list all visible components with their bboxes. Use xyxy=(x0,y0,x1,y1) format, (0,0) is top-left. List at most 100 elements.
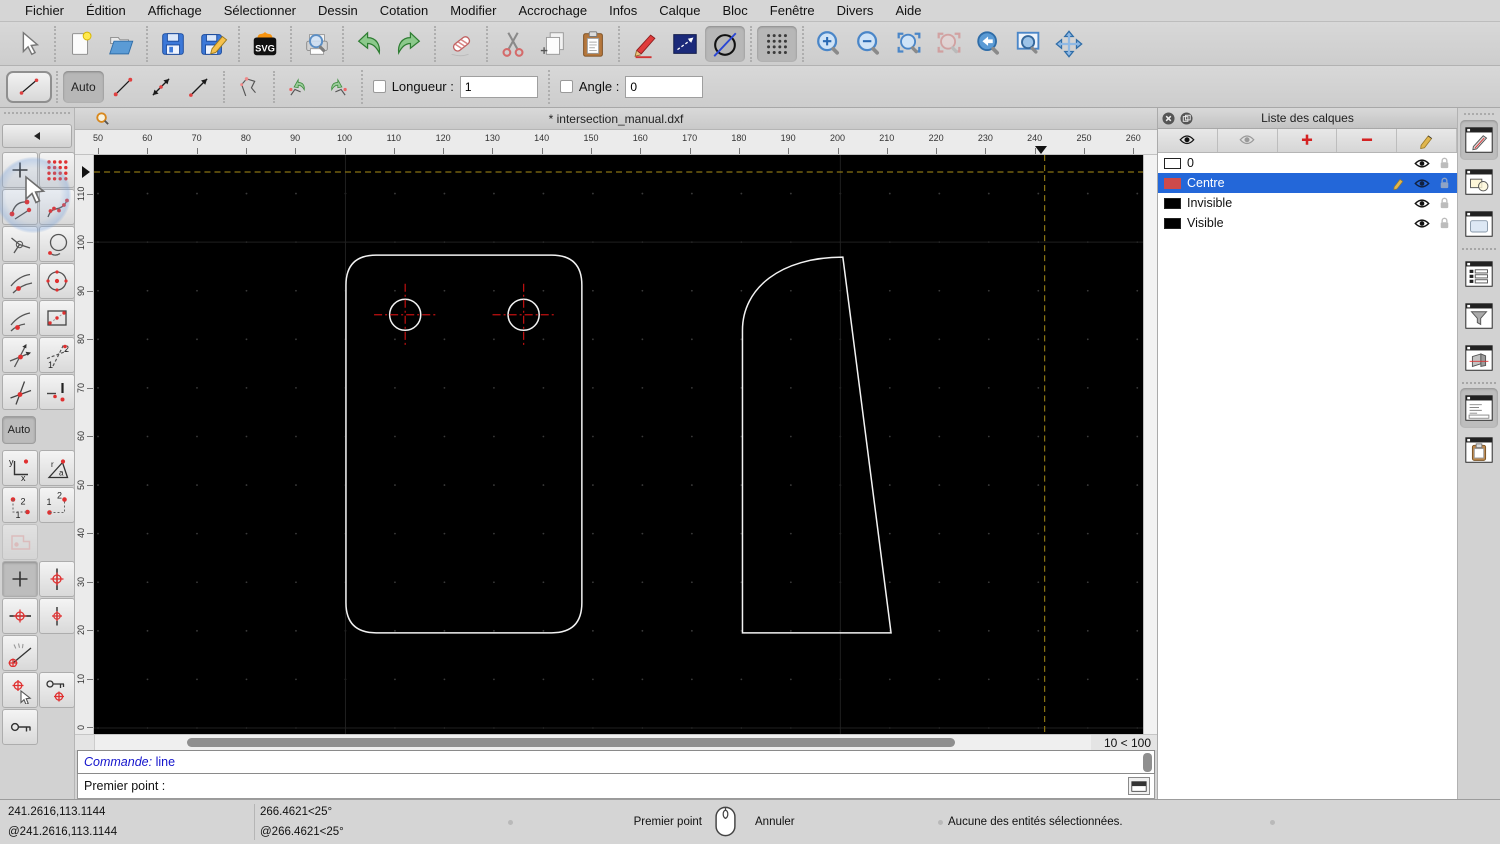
command-input[interactable] xyxy=(171,776,1122,796)
grid-toggle-button[interactable] xyxy=(757,25,797,62)
layer-visibility-eye-icon[interactable] xyxy=(1413,177,1430,190)
menu-fenetre[interactable]: Fenêtre xyxy=(759,3,826,18)
save-document-button[interactable] xyxy=(153,26,193,62)
set-relative-zero-button[interactable] xyxy=(2,672,38,708)
layer-row-0[interactable]: 0 xyxy=(1158,153,1457,173)
layer-color-swatch[interactable] xyxy=(1164,157,1181,169)
layer-visibility-eye-icon[interactable] xyxy=(1413,157,1430,170)
paste-button[interactable] xyxy=(573,26,613,62)
menu-accrochage[interactable]: Accrochage xyxy=(507,3,598,18)
angle-checkbox[interactable] xyxy=(559,80,573,93)
layer-color-swatch[interactable] xyxy=(1164,197,1181,209)
lock-relative-zero-alt-button[interactable] xyxy=(2,709,38,745)
dock-block-window-button[interactable] xyxy=(1460,162,1498,202)
relative-polar-button[interactable]: 12 xyxy=(39,487,75,523)
undo-button[interactable] xyxy=(349,26,389,62)
dockstrip-drag-handle[interactable] xyxy=(1464,113,1494,115)
layer-visibility-eye-icon[interactable] xyxy=(1413,197,1430,210)
remove-layer-button[interactable] xyxy=(1337,129,1398,152)
restrict-nothing-button[interactable] xyxy=(2,374,38,410)
canvas-vertical-scrollbar[interactable] xyxy=(1143,155,1157,734)
restrict-vertical-small-button[interactable] xyxy=(39,598,75,634)
dock-wall-window-button[interactable] xyxy=(1460,338,1498,378)
zoom-selection-button[interactable] xyxy=(929,26,969,62)
snap-auto-button[interactable]: Auto xyxy=(2,416,36,444)
open-document-button[interactable] xyxy=(101,26,141,62)
zoom-pan-button[interactable] xyxy=(1049,26,1089,62)
menu-selectionner[interactable]: Sélectionner xyxy=(213,3,307,18)
menu-dessin[interactable]: Dessin xyxy=(307,3,369,18)
auto-line-mode-button[interactable]: Auto xyxy=(63,70,104,103)
save-as-document-button[interactable] xyxy=(193,26,233,62)
zoom-window-button[interactable] xyxy=(1009,26,1049,62)
length-input[interactable] xyxy=(459,75,538,98)
edit-layer-button[interactable] xyxy=(1397,129,1457,152)
command-scrollbar-thumb[interactable] xyxy=(1143,753,1152,772)
redo-button[interactable] xyxy=(389,26,429,62)
restrict-vertical-button[interactable] xyxy=(39,561,75,597)
zoom-out-button[interactable] xyxy=(849,26,889,62)
zoom-in-button[interactable] xyxy=(809,26,849,62)
command-history[interactable]: Commande: line xyxy=(77,750,1155,774)
dock-filter-window-button[interactable] xyxy=(1460,296,1498,336)
snapbar-collapse-button[interactable] xyxy=(2,124,72,148)
layer-edit-pencil-icon[interactable] xyxy=(1390,177,1407,190)
add-layer-button[interactable] xyxy=(1278,129,1338,152)
menu-cotation[interactable]: Cotation xyxy=(369,3,439,18)
menu-affichage[interactable]: Affichage xyxy=(137,3,213,18)
line-two-points-button[interactable] xyxy=(104,71,142,103)
layer-color-swatch[interactable] xyxy=(1164,217,1181,229)
relative-cartesian-button[interactable]: 12 xyxy=(2,487,38,523)
restrict-horizontal-button[interactable] xyxy=(2,598,38,634)
layer-visibility-eye-icon[interactable] xyxy=(1413,217,1430,230)
draft-mode-button[interactable] xyxy=(705,25,745,62)
snap-middle-button[interactable] xyxy=(2,263,38,299)
svg-export-button[interactable]: SVG xyxy=(245,26,285,62)
snap-grid-button[interactable] xyxy=(39,152,75,188)
menu-infos[interactable]: Infos xyxy=(598,3,648,18)
drawing-window-titlebar[interactable]: * intersection_manual.dxf xyxy=(75,108,1157,130)
snap-bounding-box-button[interactable] xyxy=(39,300,75,336)
drawing-canvas[interactable] xyxy=(94,155,1143,734)
new-document-button[interactable] xyxy=(61,26,101,62)
horizontal-scrollbar-thumb[interactable] xyxy=(187,738,955,747)
layer-lock-icon[interactable] xyxy=(1436,177,1453,190)
line-arrow-button[interactable] xyxy=(180,71,218,103)
menu-modifier[interactable]: Modifier xyxy=(439,3,507,18)
menu-calque[interactable]: Calque xyxy=(648,3,711,18)
cut-button[interactable] xyxy=(493,26,533,62)
dock-layer-list-window-button[interactable] xyxy=(1460,254,1498,294)
layer-color-swatch[interactable] xyxy=(1164,177,1181,189)
layer-row-centre[interactable]: Centre xyxy=(1158,173,1457,193)
snap-warning-button[interactable] xyxy=(39,374,75,410)
selection-pointer-button[interactable] xyxy=(9,26,49,62)
snap-endpoints-button[interactable] xyxy=(2,189,38,225)
layer-row-visible[interactable]: Visible xyxy=(1158,213,1457,233)
zoom-previous-button[interactable] xyxy=(969,26,1009,62)
menu-aide[interactable]: Aide xyxy=(884,3,932,18)
layer-lock-icon[interactable] xyxy=(1436,197,1453,210)
draw-order-button[interactable] xyxy=(665,26,705,62)
snap-circle-button[interactable] xyxy=(39,226,75,262)
layer-panel-titlebar[interactable]: Liste des calques xyxy=(1158,108,1457,129)
dock-command-window-button[interactable] xyxy=(1460,388,1498,428)
undo-segment-button[interactable] xyxy=(280,71,318,103)
zoom-auto-button[interactable] xyxy=(889,26,929,62)
menu-fichier[interactable]: Fichier xyxy=(14,3,75,18)
length-checkbox[interactable] xyxy=(372,80,386,93)
canvas-horizontal-scrollbar[interactable] xyxy=(94,735,1091,750)
show-all-eye-button[interactable] xyxy=(1158,129,1218,152)
snap-on-entity-button[interactable] xyxy=(39,189,75,225)
eraser-button[interactable] xyxy=(441,26,481,62)
print-preview-button[interactable] xyxy=(297,26,337,62)
menu-bloc[interactable]: Bloc xyxy=(711,3,758,18)
lock-relative-zero-button[interactable] xyxy=(39,672,75,708)
pen-edit-button[interactable] xyxy=(625,26,665,62)
redo-segment-button[interactable] xyxy=(318,71,356,103)
restrict-orthogonal-button[interactable] xyxy=(2,524,38,560)
dock-clipboard-window-button[interactable] xyxy=(1460,430,1498,470)
current-tool-line-button[interactable] xyxy=(6,70,52,103)
copy-button[interactable] xyxy=(533,26,573,62)
snap-center-circle-button[interactable] xyxy=(39,263,75,299)
dock-pen-window-button[interactable] xyxy=(1460,120,1498,160)
